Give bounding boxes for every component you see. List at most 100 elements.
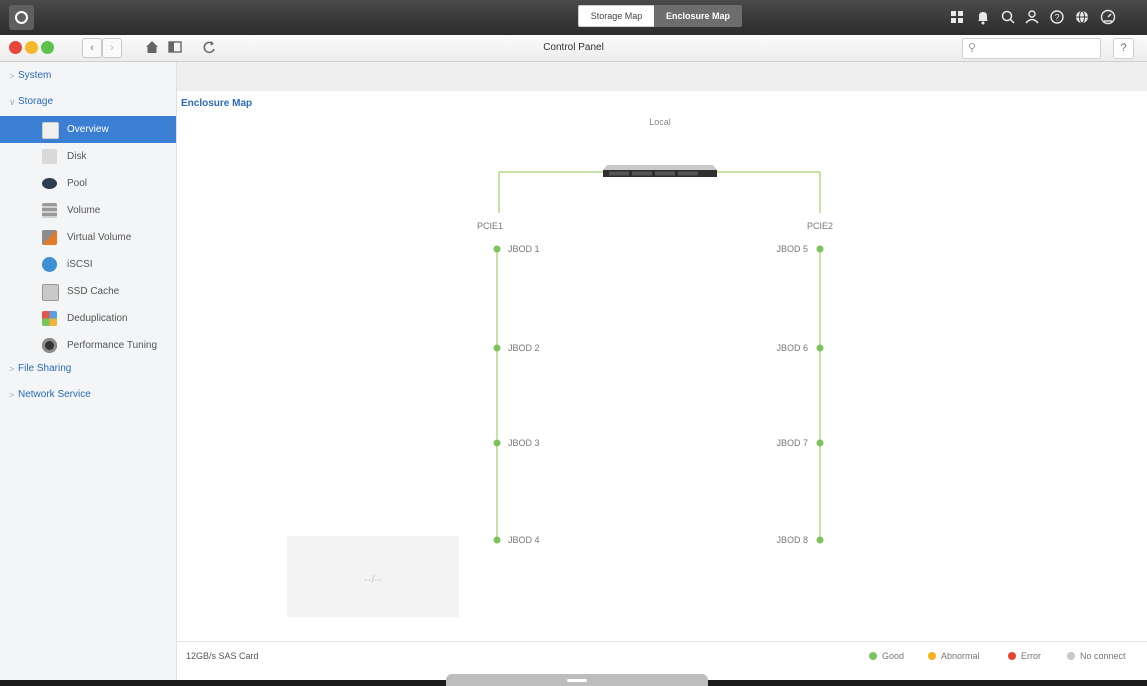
- sidebar-item-label: Overview: [67, 124, 109, 135]
- minimize-window-icon[interactable]: [25, 41, 38, 54]
- status-dot-good-icon: [493, 439, 501, 447]
- search-icon[interactable]: [999, 8, 1017, 26]
- search-input[interactable]: ⚲: [962, 38, 1101, 59]
- maximize-window-icon[interactable]: [41, 41, 54, 54]
- sidebar-section-label: Network Service: [18, 389, 91, 400]
- jbod-node-left-3[interactable]: JBOD 3: [493, 438, 540, 448]
- sidebar-item-ssd-cache[interactable]: SSD Cache: [0, 278, 176, 305]
- enclosure-map: --/-- Local PCIE1 PCIE2 JBOD 1 JBOD 2 JBOD…: [287, 117, 833, 617]
- jbod-label: JBOD 7: [776, 438, 808, 448]
- sidebar-item-overview[interactable]: Overview: [0, 116, 176, 143]
- tab-bar: [177, 62, 1147, 91]
- chevron-right-icon: >: [9, 71, 15, 81]
- sidebar-item-label: SSD Cache: [67, 286, 120, 297]
- globe-icon[interactable]: [1073, 8, 1091, 26]
- sidebar-item-label: Volume: [67, 205, 101, 216]
- local-label: Local: [649, 117, 671, 127]
- jbod-node-left-2[interactable]: JBOD 2: [493, 343, 540, 353]
- placeholder-text: --/--: [364, 574, 382, 586]
- status-dot-good-icon: [816, 245, 824, 253]
- status-dot-good-icon: [493, 536, 501, 544]
- status-dot-error-icon: [1008, 652, 1016, 660]
- disk-icon: [42, 149, 57, 164]
- sidebar-item-volume[interactable]: Volume: [0, 197, 176, 224]
- sidebar-section-system[interactable]: > System: [0, 65, 176, 87]
- jbod-node-left-1[interactable]: JBOD 1: [493, 244, 540, 254]
- main-menu-logo-icon[interactable]: [9, 5, 34, 30]
- user-icon[interactable]: [1023, 8, 1041, 26]
- port-label-pcie1: PCIE1: [477, 221, 503, 231]
- window-toolbar: Control Panel ‹ › ⚲ ?: [0, 35, 1147, 62]
- status-dot-abnormal-icon: [928, 652, 936, 660]
- jbod-node-right-1[interactable]: JBOD 5: [776, 244, 824, 254]
- port-label-pcie2: PCIE2: [807, 221, 833, 231]
- status-dot-good-icon: [816, 439, 824, 447]
- sidebar-section-file-sharing[interactable]: > File Sharing: [0, 358, 176, 380]
- sidebar-section-label: Storage: [18, 96, 54, 107]
- search-field-icon: ⚲: [968, 42, 977, 54]
- tab-storage-map[interactable]: Storage Map: [578, 5, 655, 27]
- help-button[interactable]: ?: [1113, 38, 1134, 59]
- close-window-icon[interactable]: [9, 41, 22, 54]
- home-icon[interactable]: [143, 38, 161, 56]
- status-dot-good-icon: [493, 245, 501, 253]
- sidebar-item-iscsi[interactable]: iSCSI: [0, 251, 176, 278]
- sidebar-section-network-service[interactable]: > Network Service: [0, 384, 176, 406]
- legend-label: Abnormal: [941, 651, 980, 661]
- sidebar-item-performance-tuning[interactable]: Performance Tuning: [0, 332, 176, 359]
- connection-lines: [496, 171, 821, 540]
- jbod-node-right-3[interactable]: JBOD 7: [776, 438, 824, 448]
- jbod-label: JBOD 3: [508, 438, 540, 448]
- refresh-icon[interactable]: [200, 38, 218, 56]
- jbod-label: JBOD 1: [508, 244, 540, 254]
- svg-text:?: ?: [1054, 13, 1059, 23]
- legend-error: Error: [1008, 651, 1041, 661]
- legend-label: Error: [1021, 651, 1041, 661]
- status-dot-good-icon: [869, 652, 877, 660]
- ssd-cache-icon: [42, 284, 59, 301]
- legend-label: No connect: [1080, 651, 1126, 661]
- legend-label: Good: [882, 651, 905, 661]
- chevron-right-icon: >: [9, 390, 15, 400]
- status-dot-good-icon: [816, 344, 824, 352]
- sidebar-item-disk[interactable]: Disk: [0, 143, 176, 170]
- local-nas-device-icon[interactable]: [603, 165, 717, 177]
- virtual-volume-icon: [42, 230, 57, 245]
- system-top-bar: ?: [0, 0, 1147, 35]
- sidebar-item-label: iSCSI: [67, 259, 93, 270]
- dashboard-icon[interactable]: [1099, 8, 1117, 26]
- sidebar-item-label: Performance Tuning: [67, 340, 158, 351]
- sidebar-section-label: File Sharing: [18, 363, 72, 374]
- jbod-node-right-2[interactable]: JBOD 6: [776, 343, 824, 353]
- jbod-node-left-4[interactable]: JBOD 4: [493, 535, 540, 545]
- jbod-label: JBOD 2: [508, 343, 540, 353]
- dock-handle[interactable]: [446, 674, 708, 686]
- legend-abnormal: Abnormal: [928, 651, 980, 661]
- iscsi-icon: [42, 257, 57, 272]
- sidebar-item-label: Pool: [67, 178, 88, 189]
- sidebar-item-label: Deduplication: [67, 313, 128, 324]
- jbod-label: JBOD 5: [776, 244, 808, 254]
- forward-button[interactable]: ›: [102, 38, 122, 58]
- jbod-node-right-4[interactable]: JBOD 8: [776, 535, 824, 545]
- help-circle-icon[interactable]: ?: [1048, 8, 1066, 26]
- status-dot-no-connect-icon: [1067, 652, 1075, 660]
- sidebar-item-pool[interactable]: Pool: [0, 170, 176, 197]
- bell-icon[interactable]: [974, 8, 992, 26]
- tab-enclosure-map[interactable]: Enclosure Map: [654, 5, 742, 27]
- sas-card-label: 12GB/s SAS Card: [186, 651, 259, 661]
- menu-grid-icon[interactable]: [948, 8, 966, 26]
- chevron-right-icon: >: [9, 364, 15, 374]
- status-dot-good-icon: [816, 536, 824, 544]
- sidebar-toggle-icon[interactable]: [166, 38, 184, 56]
- sidebar-item-deduplication[interactable]: Deduplication: [0, 305, 176, 332]
- chevron-down-icon: ∨: [9, 97, 16, 107]
- status-dot-good-icon: [493, 344, 501, 352]
- back-button[interactable]: ‹: [82, 38, 102, 58]
- sidebar-item-virtual-volume[interactable]: Virtual Volume: [0, 224, 176, 251]
- sidebar-item-label: Virtual Volume: [67, 232, 132, 243]
- sidebar-section-storage[interactable]: ∨ Storage: [0, 91, 176, 113]
- deduplication-icon: [42, 311, 57, 326]
- legend-no-connect: No connect: [1067, 651, 1126, 661]
- volume-icon: [42, 203, 57, 218]
